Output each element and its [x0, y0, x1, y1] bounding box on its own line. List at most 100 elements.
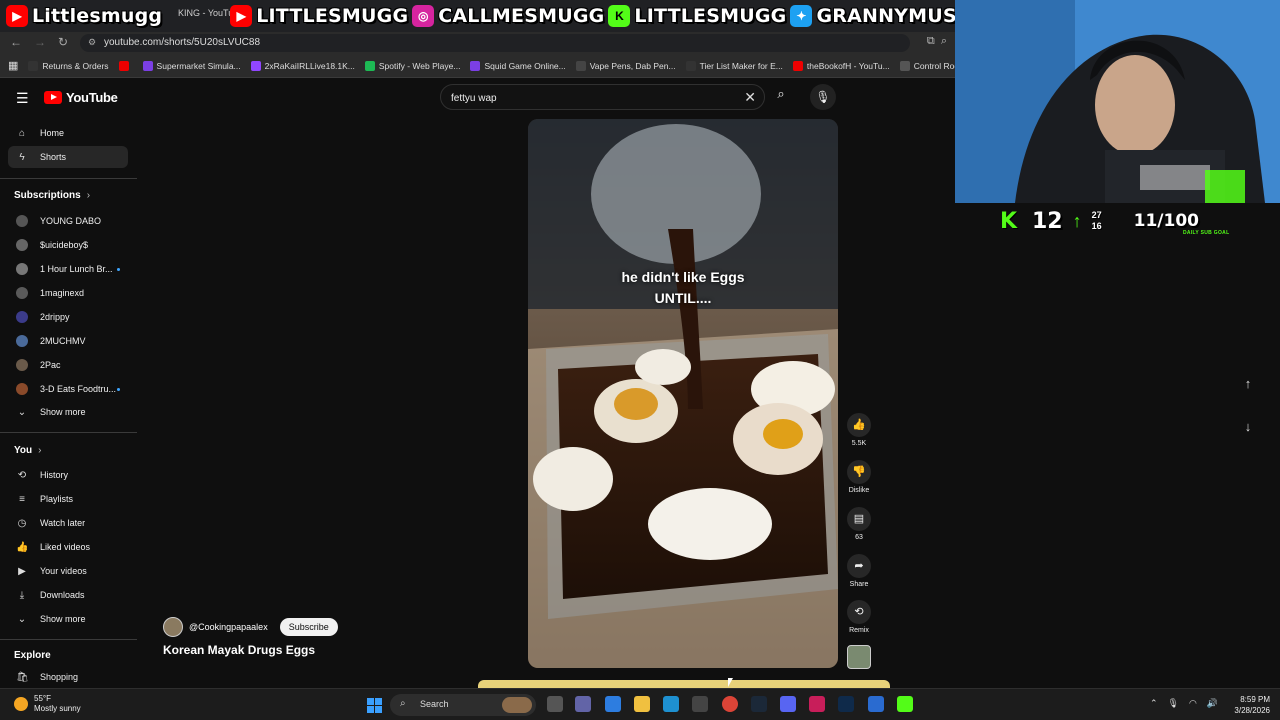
store-icon[interactable] [692, 696, 708, 712]
bookmark-item[interactable]: Spotify - Web Playe... [364, 60, 460, 71]
steam-icon[interactable] [751, 696, 767, 712]
reload-icon[interactable]: ↻ [58, 35, 68, 49]
channel-name[interactable]: @Cookingpapaalex [189, 622, 268, 632]
bookmark-item[interactable]: Squid Game Online... [470, 60, 566, 71]
zoom-icon[interactable]: ⧉ ⌕ [927, 35, 947, 48]
remix-icon: ⟲ [847, 600, 871, 624]
bookmark-item[interactable] [118, 60, 133, 71]
sound-thumbnail[interactable] [847, 645, 871, 669]
system-tray: ⌃ 🎙 ◠ 🔊 [1150, 698, 1218, 709]
weather-widget[interactable]: 55°F Mostly sunny [14, 694, 81, 714]
sidebar: ⌂ Home ϟ Shorts Subscriptions › YOUNG DAB… [0, 118, 140, 688]
subscribe-button[interactable]: Subscribe [279, 618, 338, 636]
caption-line-1: he didn't like Eggs [621, 269, 745, 285]
sidebar-item-label: Shopping [40, 672, 79, 682]
sidebar-item-label: Downloads [40, 590, 85, 600]
subscription-item[interactable]: $uicideboy$ [8, 234, 128, 256]
subscription-item[interactable]: 2MUCHMV [8, 330, 128, 352]
edge-icon[interactable] [663, 696, 679, 712]
notepad-icon[interactable] [868, 696, 884, 712]
file-explorer-icon[interactable] [634, 696, 650, 712]
short-video-player[interactable]: he didn't like Eggs UNTIL.... [528, 119, 838, 668]
microphone-icon[interactable]: 🎙 [1168, 698, 1179, 709]
history-icon: ⟲ [17, 469, 27, 481]
url-field[interactable]: ⚙ youtube.com/shorts/5U20sLVUC88 [80, 34, 910, 52]
divider [0, 639, 137, 640]
dislike-button[interactable]: 👎 Dislike [846, 460, 872, 494]
subscription-item[interactable]: 3-D Eats Foodtru... [8, 378, 128, 400]
youtube-logo[interactable]: YouTube [44, 90, 118, 105]
dislike-label: Dislike [848, 487, 870, 494]
sidebar-item-home[interactable]: ⌂ Home [8, 122, 128, 144]
bookmark-item[interactable]: 2xRaKaiIRLLive18.1K... [250, 60, 355, 71]
comments-button[interactable]: ▤ 63 [846, 507, 872, 541]
show-more-subscriptions[interactable]: ⌄ Show more [8, 401, 128, 423]
teams-icon[interactable] [575, 696, 591, 712]
back-icon[interactable]: ← [10, 35, 22, 49]
windows-start-icon[interactable] [367, 698, 382, 713]
sidebar-item-downloads[interactable]: ⤓ Downloads [8, 584, 128, 606]
you-heading[interactable]: You › [14, 445, 42, 456]
wifi-icon[interactable]: ◠ [1189, 698, 1197, 709]
sidebar-item-label: Playlists [40, 494, 74, 504]
bookmark-item[interactable]: Supermarket Simula... [142, 60, 241, 71]
adobe-icon[interactable] [809, 696, 825, 712]
channel-info: @Cookingpapaalex Subscribe [163, 617, 338, 637]
subscription-item[interactable]: 2Pac [8, 354, 128, 376]
divider [0, 432, 137, 433]
microphone-icon[interactable]: 🎙 [810, 84, 836, 110]
channel-avatar[interactable] [163, 617, 183, 637]
taskbar-search[interactable]: ⌕ Search [390, 694, 536, 716]
shopping-icon: 🛍 [16, 671, 29, 683]
sidebar-item-liked-videos[interactable]: 👍 Liked videos [8, 536, 128, 558]
bookmark-item[interactable]: theBookofH - YouTu... [792, 60, 890, 71]
subscription-label: $uicideboy$ [40, 240, 89, 250]
arrow-up-icon: ↑ [1072, 210, 1082, 231]
subscription-item[interactable]: 1 Hour Lunch Br... [8, 258, 128, 280]
bookmark-item[interactable]: Vape Pens, Dab Pen... [575, 60, 676, 71]
subscription-item[interactable]: YOUNG DABO [8, 210, 128, 232]
volume-icon[interactable]: 🔊 [1207, 698, 1218, 709]
chevron-up-icon[interactable]: ⌃ [1150, 698, 1158, 709]
next-short-icon[interactable]: ↓ [1236, 415, 1260, 439]
subscription-item[interactable]: 1maginexd [8, 282, 128, 304]
search-input[interactable] [451, 89, 731, 107]
sidebar-item-shorts[interactable]: ϟ Shorts [8, 146, 128, 168]
sidebar-item-your-videos[interactable]: ▶ Your videos [8, 560, 128, 582]
stat-top: 27 [1091, 210, 1102, 220]
webcam-image [955, 0, 1280, 203]
kick-app-icon[interactable] [897, 696, 913, 712]
chrome-icon[interactable] [722, 696, 738, 712]
bookmark-item[interactable]: Tier List Maker for E... [685, 60, 783, 71]
youtube-logo-icon [44, 91, 62, 104]
bookmark-favicon-icon [575, 60, 586, 71]
bookmark-item[interactable]: Control Room [899, 60, 955, 71]
show-more-you[interactable]: ⌄ Show more [8, 608, 128, 630]
share-button[interactable]: ➦ Share [846, 554, 872, 588]
photoshop-icon[interactable] [838, 696, 854, 712]
menu-icon[interactable]: ☰ [16, 90, 29, 107]
apps-grid-icon[interactable]: ▦ [8, 59, 18, 72]
clear-search-icon[interactable]: ✕ [744, 89, 756, 106]
sidebar-item-watch-later[interactable]: ◷ Watch later [8, 512, 128, 534]
remix-button[interactable]: ⟲ Remix [846, 600, 872, 634]
like-button[interactable]: 👍 5.5K [846, 413, 872, 447]
task-view-icon[interactable] [547, 696, 563, 712]
comment-count: 63 [855, 534, 863, 541]
video-title: Korean Mayak Drugs Eggs [163, 643, 316, 657]
sidebar-item-history[interactable]: ⟲ History [8, 464, 128, 486]
sub-goal: 11/100 [1133, 211, 1199, 231]
subscriptions-heading[interactable]: Subscriptions › [14, 190, 90, 201]
sidebar-item-shopping[interactable]: 🛍 Shopping [8, 666, 128, 688]
clock[interactable]: 8:59 PM 3/28/2026 [1226, 694, 1270, 716]
forward-icon[interactable]: → [34, 35, 46, 49]
previous-short-icon[interactable]: ↑ [1236, 372, 1260, 396]
sidebar-item-playlists[interactable]: ≡ Playlists [8, 488, 128, 510]
subscription-item[interactable]: 2drippy [8, 306, 128, 328]
discord-icon[interactable] [780, 696, 796, 712]
copilot-icon[interactable] [605, 696, 621, 712]
search-icon: ⌕ [400, 698, 406, 709]
site-info-icon[interactable]: ⚙ [88, 37, 96, 48]
search-icon[interactable]: ⌕ [770, 86, 792, 108]
bookmark-item[interactable]: Returns & Orders [28, 60, 109, 71]
